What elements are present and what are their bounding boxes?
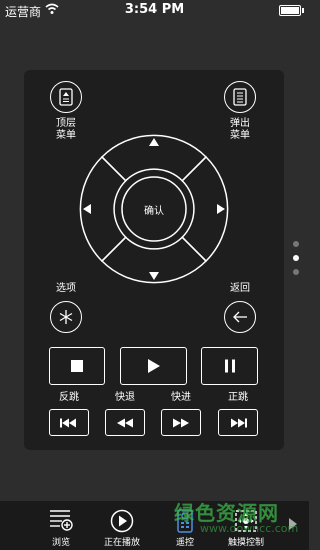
- skip-forward-label: 正跳: [228, 392, 248, 403]
- pause-icon: [224, 359, 235, 373]
- stop-icon: [71, 360, 83, 372]
- forward-label: 快进: [171, 392, 191, 403]
- ok-label: 确认: [144, 206, 164, 217]
- top-menu-icon: [59, 88, 73, 106]
- dpad-down-button[interactable]: [109, 249, 199, 294]
- tab-remote-label: 遥控: [175, 538, 194, 548]
- remote-panel: 顶层 菜单 弹出 菜单 确认 选项 返回 反跳 快退 快进 正跳: [24, 70, 284, 450]
- options-label: 选项: [56, 283, 76, 294]
- tab-browse[interactable]: 浏览: [31, 501, 91, 550]
- tab-touch-control-label: 触摸控制: [227, 538, 264, 548]
- asterisk-icon: [59, 310, 73, 324]
- play-circle-icon: [110, 509, 134, 533]
- skip-forward-button[interactable]: [218, 409, 258, 436]
- skip-forward-icon: [231, 418, 247, 427]
- page-dot[interactable]: [293, 241, 299, 247]
- tab-now-playing-label: 正在播放: [103, 538, 140, 548]
- page-dot[interactable]: [293, 269, 299, 275]
- rewind-icon: [117, 418, 133, 427]
- dpad: 确认: [69, 124, 239, 294]
- fast-forward-button[interactable]: [161, 409, 201, 436]
- back-button[interactable]: [224, 301, 256, 333]
- skip-back-icon: [60, 418, 76, 427]
- skip-back-button[interactable]: [49, 409, 89, 436]
- skip-back-label: 反跳: [59, 392, 79, 403]
- back-label: 返回: [230, 283, 250, 294]
- status-bar: 运营商 3:54 PM: [0, 0, 309, 20]
- page-indicator[interactable]: [293, 241, 299, 283]
- browse-list-icon: [50, 510, 73, 531]
- rewind-label: 快退: [115, 392, 135, 403]
- options-button[interactable]: [50, 301, 82, 333]
- play-icon: [147, 359, 160, 373]
- rewind-button[interactable]: [105, 409, 145, 436]
- popup-menu-icon: [233, 88, 247, 106]
- pause-button[interactable]: [201, 347, 258, 385]
- fast-forward-icon: [173, 418, 189, 427]
- battery-icon: [279, 5, 304, 16]
- play-button[interactable]: [120, 347, 187, 385]
- watermark-url: www.downcc.com: [200, 522, 299, 535]
- tab-browse-label: 浏览: [51, 538, 70, 548]
- tab-now-playing[interactable]: 正在播放: [92, 501, 152, 550]
- popup-menu-button[interactable]: [224, 81, 256, 113]
- back-arrow-icon: [233, 311, 247, 323]
- top-menu-button[interactable]: [50, 81, 82, 113]
- stop-button[interactable]: [49, 347, 105, 385]
- dpad-up-button[interactable]: [109, 124, 199, 169]
- status-time: 3:54 PM: [124, 2, 185, 17]
- page-dot-active[interactable]: [293, 255, 299, 261]
